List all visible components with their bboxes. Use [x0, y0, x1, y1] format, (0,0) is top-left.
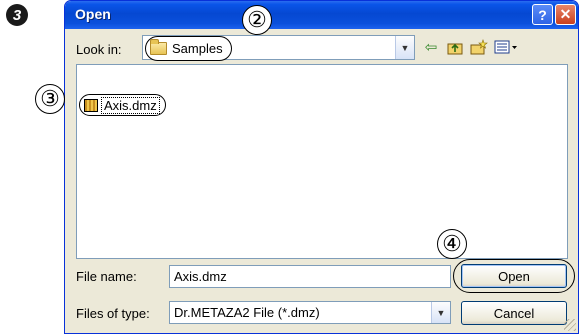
- folder-icon: [150, 39, 167, 55]
- file-type-label: Files of type:: [76, 306, 150, 321]
- callout-4: ④: [437, 229, 467, 259]
- title-bar[interactable]: Open ? ✕: [65, 1, 578, 29]
- callout-2: ②: [242, 5, 272, 35]
- back-arrow-icon[interactable]: ⇦: [422, 38, 440, 56]
- look-in-label: Look in:: [76, 42, 122, 57]
- dmz-file-icon: [84, 98, 98, 112]
- up-one-level-icon[interactable]: [446, 38, 464, 56]
- file-item[interactable]: Axis.dmz: [79, 94, 166, 116]
- help-button[interactable]: ?: [532, 4, 553, 25]
- file-type-dropdown[interactable]: Dr.METAZA2 File (*.dmz) ▼: [169, 301, 451, 324]
- new-folder-icon-svg: [470, 39, 488, 55]
- open-dialog: Open ? ✕ Look in: Samples ▼ ⇦ Axis.dmz F…: [64, 0, 579, 334]
- views-menu-icon[interactable]: [493, 38, 519, 56]
- new-folder-icon[interactable]: [469, 38, 489, 56]
- look-in-folder-name: Samples: [172, 41, 223, 56]
- views-menu-icon-svg: [494, 40, 517, 54]
- chevron-down-icon[interactable]: ▼: [431, 302, 450, 323]
- callout-3: ③: [35, 84, 65, 114]
- resize-grip[interactable]: [564, 319, 576, 331]
- chevron-down-icon[interactable]: ▼: [395, 36, 414, 59]
- open-button[interactable]: Open: [461, 264, 567, 288]
- look-in-value: Samples: [145, 36, 232, 61]
- up-one-level-icon-svg: [447, 43, 463, 54]
- step-marker: 3: [6, 4, 28, 26]
- file-name-label: File name:: [76, 269, 137, 284]
- dialog-title: Open: [75, 6, 111, 22]
- look-in-dropdown[interactable]: Samples ▼: [142, 35, 415, 61]
- close-button[interactable]: ✕: [555, 4, 576, 25]
- cancel-button[interactable]: Cancel: [461, 301, 567, 325]
- file-type-value: Dr.METAZA2 File (*.dmz): [174, 305, 320, 320]
- file-name-input[interactable]: Axis.dmz: [169, 265, 451, 288]
- file-item-label: Axis.dmz: [101, 96, 160, 114]
- file-list[interactable]: Axis.dmz: [76, 64, 568, 259]
